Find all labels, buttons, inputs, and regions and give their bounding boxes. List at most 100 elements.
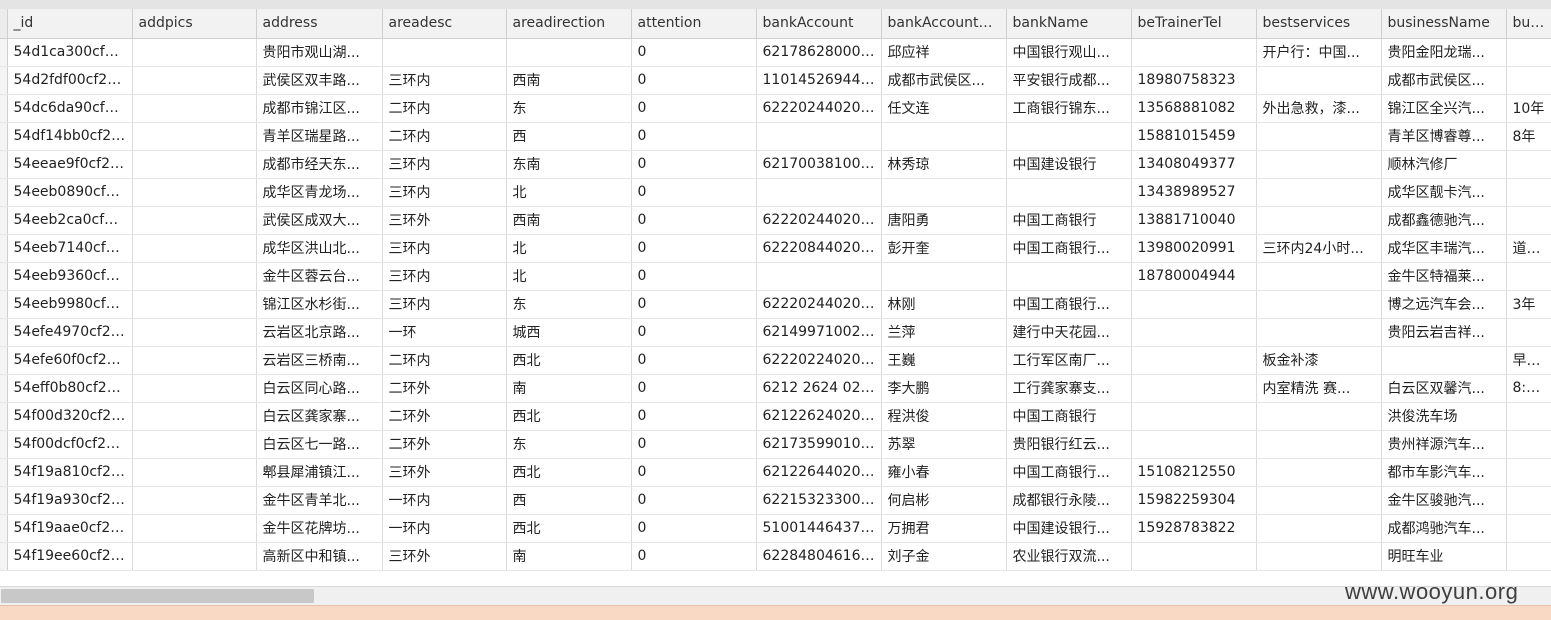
table-cell[interactable] xyxy=(1256,290,1382,319)
table-cell[interactable] xyxy=(132,94,257,123)
table-cell[interactable]: 何启彬 xyxy=(881,486,1007,515)
table-cell[interactable]: 三环外 xyxy=(382,458,507,487)
table-row[interactable]: 54f19aae0cf27... 金牛区花牌坊... 一环内 西北 0 510014464… xyxy=(0,514,1551,543)
table-cell[interactable]: 西 xyxy=(506,486,632,515)
table-cell[interactable]: 西北 xyxy=(506,346,632,375)
table-row[interactable]: 54d2fdf00cf27... 武侯区双丰路... 三环内 西南 0 110145269… xyxy=(0,66,1551,95)
table-cell[interactable] xyxy=(1506,262,1551,291)
table-cell[interactable]: 成都市经天东... xyxy=(256,150,383,179)
table-cell[interactable] xyxy=(1256,486,1382,515)
table-cell[interactable]: 北 xyxy=(506,234,632,263)
table-cell[interactable]: 15928783822 xyxy=(1131,514,1257,543)
table-cell[interactable] xyxy=(132,486,257,515)
table-cell[interactable] xyxy=(1506,542,1551,571)
table-cell[interactable]: 雍小春 xyxy=(881,458,1007,487)
table-cell[interactable]: 任文连 xyxy=(881,94,1007,123)
table-cell[interactable]: 东 xyxy=(506,94,632,123)
table-cell[interactable]: 6222022402002... xyxy=(756,346,882,375)
table-cell[interactable]: 0 xyxy=(631,458,757,487)
table-cell[interactable]: 白云区双馨汽... xyxy=(1381,374,1507,403)
column-header[interactable]: addpics xyxy=(132,9,257,39)
row-selector[interactable] xyxy=(0,122,8,151)
table-cell[interactable]: 成都鸿驰汽车... xyxy=(1381,514,1507,543)
table-cell[interactable]: 54f19aae0cf27... xyxy=(7,514,133,543)
table-cell[interactable]: 54eeb9360cf27... xyxy=(7,262,133,291)
row-selector[interactable] xyxy=(0,234,8,263)
table-cell[interactable]: 中国工商银行 xyxy=(1006,206,1132,235)
table-cell[interactable]: 工行军区南厂... xyxy=(1006,346,1132,375)
table-cell[interactable]: 6212 2624 0200... xyxy=(756,374,882,403)
table-cell[interactable]: 中国银行观山... xyxy=(1006,38,1132,67)
scrollbar-thumb[interactable] xyxy=(1,589,314,603)
table-cell[interactable]: 贵阳云岩吉祥... xyxy=(1381,318,1507,347)
table-cell[interactable] xyxy=(1131,374,1257,403)
table-cell[interactable]: 西南 xyxy=(506,206,632,235)
table-cell[interactable]: 林秀琼 xyxy=(881,150,1007,179)
table-cell[interactable]: 二环内 xyxy=(382,122,507,151)
table-cell[interactable]: 早上8 xyxy=(1506,346,1551,375)
table-cell[interactable] xyxy=(1131,346,1257,375)
table-cell[interactable] xyxy=(1256,430,1382,459)
table-cell[interactable]: 54f00d320cf27... xyxy=(7,402,133,431)
table-cell[interactable]: 道路救 xyxy=(1506,234,1551,263)
table-cell[interactable]: 三环内 xyxy=(382,262,507,291)
table-cell[interactable] xyxy=(132,66,257,95)
table-cell[interactable]: 金牛区蓉云台... xyxy=(256,262,383,291)
table-cell[interactable]: 6222084402004... xyxy=(756,234,882,263)
table-cell[interactable] xyxy=(1256,514,1382,543)
table-cell[interactable]: 邱应祥 xyxy=(881,38,1007,67)
table-cell[interactable] xyxy=(506,38,632,67)
table-cell[interactable]: 6217862800000... xyxy=(756,38,882,67)
table-row[interactable]: 54eff0b80cf272... 白云区同心路... 二环外南 0 6212 2624… xyxy=(0,374,1551,403)
table-cell[interactable]: 13881710040 xyxy=(1131,206,1257,235)
table-cell[interactable] xyxy=(132,346,257,375)
table-cell[interactable]: 54d2fdf00cf27... xyxy=(7,66,133,95)
table-cell[interactable]: 0 xyxy=(631,262,757,291)
table-cell[interactable] xyxy=(1256,542,1382,571)
table-cell[interactable]: 青羊区博睿尊... xyxy=(1381,122,1507,151)
table-cell[interactable] xyxy=(1131,430,1257,459)
table-cell[interactable]: 6222024402031... xyxy=(756,290,882,319)
table-cell[interactable]: 二环外 xyxy=(382,402,507,431)
table-cell[interactable]: 一环内 xyxy=(382,514,507,543)
table-cell[interactable]: 郫县犀浦镇江... xyxy=(256,458,383,487)
table-cell[interactable] xyxy=(1506,430,1551,459)
table-cell[interactable]: 0 xyxy=(631,234,757,263)
table-cell[interactable]: 农业银行双流... xyxy=(1006,542,1132,571)
table-cell[interactable]: 博之远汽车会... xyxy=(1381,290,1507,319)
table-cell[interactable]: 武侯区成双大... xyxy=(256,206,383,235)
column-header[interactable]: address xyxy=(256,9,383,39)
table-cell[interactable] xyxy=(1381,346,1507,375)
table-cell[interactable]: 程洪俊 xyxy=(881,402,1007,431)
table-cell[interactable] xyxy=(1506,66,1551,95)
table-row[interactable]: 54f19a930cf27... 金牛区青羊北... 一环内西 0 6221532330… xyxy=(0,486,1551,515)
table-cell[interactable] xyxy=(132,262,257,291)
table-cell[interactable] xyxy=(132,290,257,319)
table-cell[interactable]: 中国工商银行... xyxy=(1006,234,1132,263)
table-cell[interactable]: 白云区龚家寨... xyxy=(256,402,383,431)
table-cell[interactable]: 5100144643705... xyxy=(756,514,882,543)
table-cell[interactable] xyxy=(1131,402,1257,431)
table-cell[interactable]: 白云区同心路... xyxy=(256,374,383,403)
table-cell[interactable]: 54eeb2ca0cf27... xyxy=(7,206,133,235)
table-cell[interactable]: 54dc6da90cf29... xyxy=(7,94,133,123)
table-cell[interactable] xyxy=(132,38,257,67)
row-selector[interactable] xyxy=(0,206,8,235)
table-cell[interactable]: 成都市武侯区... xyxy=(1381,66,1507,95)
table-cell[interactable] xyxy=(1256,206,1382,235)
table-cell[interactable]: 顺林汽修厂 xyxy=(1381,150,1507,179)
table-cell[interactable]: 15108212550 xyxy=(1131,458,1257,487)
table-cell[interactable]: 0 xyxy=(631,486,757,515)
table-cell[interactable]: 金牛区特福莱... xyxy=(1381,262,1507,291)
table-cell[interactable] xyxy=(1256,318,1382,347)
table-row[interactable]: 54eeb9980cf27... 锦江区水杉街... 三环内东 0 6222024402… xyxy=(0,290,1551,319)
table-cell[interactable]: 南 xyxy=(506,542,632,571)
table-cell[interactable] xyxy=(1256,262,1382,291)
row-selector[interactable] xyxy=(0,262,8,291)
table-cell[interactable]: 青羊区瑞星路... xyxy=(256,122,383,151)
table-cell[interactable]: 54eeb0890cf27... xyxy=(7,178,133,207)
table-cell[interactable]: 王巍 xyxy=(881,346,1007,375)
table-cell[interactable]: 0 xyxy=(631,402,757,431)
table-cell[interactable] xyxy=(132,206,257,235)
table-cell[interactable]: 13980020991 xyxy=(1131,234,1257,263)
